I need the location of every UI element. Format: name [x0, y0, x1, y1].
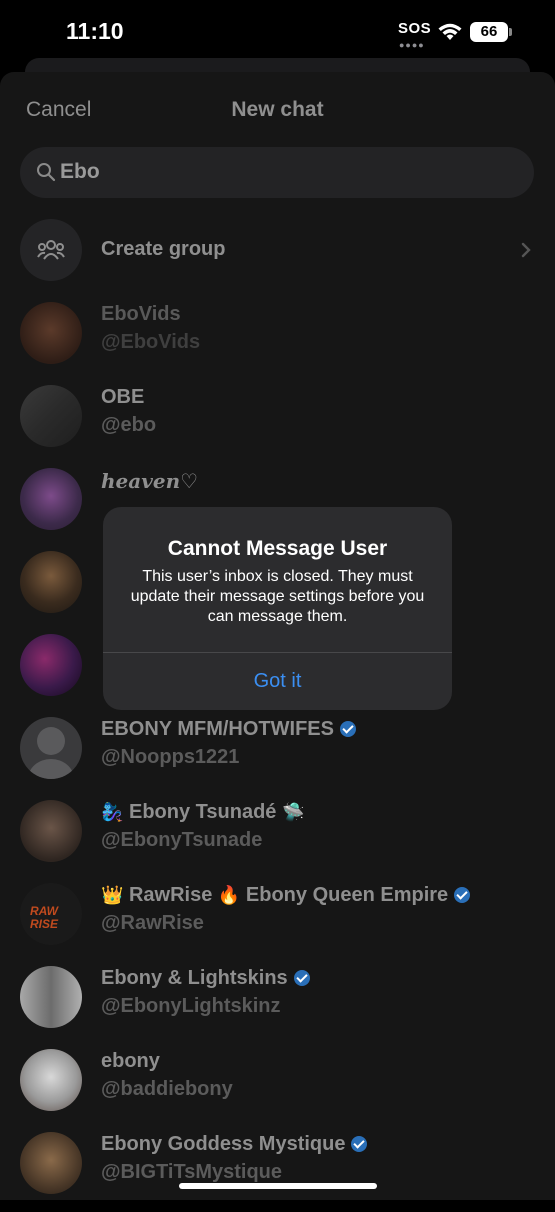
- fire-emoji: 🔥: [217, 885, 241, 905]
- list-item[interactable]: Ebony & Lightskins @EbonyLightskinz: [0, 966, 555, 1046]
- alert-title: Cannot Message User: [167, 537, 388, 560]
- contact-handle: @EbonyLightskinz: [101, 995, 281, 1017]
- avatar: [20, 551, 82, 613]
- alert-dialog: Cannot Message User This user’s inbox is…: [103, 507, 452, 710]
- contact-name: heaven♡: [101, 469, 199, 493]
- avatar-logo-text: RAW RISE: [30, 904, 59, 931]
- contact-name: 🧞‍♀️ Ebony Tsunadé 🛸: [101, 801, 305, 823]
- list-item[interactable]: EboVids @EboVids: [0, 302, 555, 382]
- got-it-button[interactable]: Got it: [103, 653, 452, 710]
- avatar: [20, 385, 82, 447]
- verified-badge-icon: [351, 1136, 368, 1152]
- avatar: [20, 634, 82, 696]
- contact-name: EBONY MFM/HOTWIFES: [101, 718, 356, 741]
- contact-handle: @BIGTiTsMystique: [101, 1161, 283, 1183]
- contact-name: EboVids: [101, 303, 181, 325]
- signal-dots-icon: ●●●●: [399, 40, 425, 50]
- sos-indicator: SOS: [398, 20, 432, 37]
- avatar: [20, 966, 82, 1028]
- list-item[interactable]: 🧞‍♀️ Ebony Tsunadé 🛸 @EbonyTsunade: [0, 800, 555, 880]
- page-title: New chat: [231, 98, 324, 121]
- contact-name: OBE: [101, 386, 145, 408]
- list-item[interactable]: RAW RISE 👑 RawRise 🔥 Ebony Queen Empire …: [0, 883, 555, 963]
- avatar: [20, 800, 82, 862]
- contact-handle: @ebo: [101, 414, 157, 436]
- list-item[interactable]: OBE @ebo: [0, 385, 555, 465]
- avatar: [20, 717, 82, 779]
- contact-name: 👑 RawRise 🔥 Ebony Queen Empire: [101, 884, 471, 907]
- group-icon: [37, 240, 65, 260]
- verified-badge-icon: [293, 970, 310, 986]
- default-avatar-body: [28, 759, 74, 779]
- contact-handle: @EboVids: [101, 331, 201, 353]
- battery-tip: [509, 28, 512, 36]
- avatar: [20, 1049, 82, 1111]
- contact-name: ebony: [101, 1050, 160, 1072]
- search-input[interactable]: Ebo: [60, 160, 100, 184]
- contact-handle: @RawRise: [101, 912, 204, 934]
- create-group-avatar: [20, 219, 82, 281]
- list-item[interactable]: ebony @baddiebony: [0, 1049, 555, 1129]
- search-icon: [37, 163, 56, 182]
- list-item[interactable]: EBONY MFM/HOTWIFES @Noopps1221: [0, 717, 555, 797]
- genie-emoji: 🧞‍♀️: [101, 802, 124, 822]
- home-indicator[interactable]: [179, 1183, 377, 1189]
- ufo-emoji: 🛸: [281, 802, 305, 822]
- status-time: 11:10: [66, 18, 124, 44]
- alert-message: This user’s inbox is closed. They must u…: [130, 568, 425, 625]
- wifi-icon: [438, 23, 462, 40]
- chevron-right-icon: [521, 242, 531, 258]
- battery-indicator: 66: [470, 22, 508, 42]
- search-bar[interactable]: Ebo: [20, 147, 534, 198]
- crown-emoji: 👑: [101, 885, 124, 905]
- avatar: [20, 468, 82, 530]
- list-item[interactable]: Ebony Goddess Mystique @BIGTiTsMystique: [0, 1132, 555, 1212]
- contact-handle: @EbonyTsunade: [101, 829, 263, 851]
- contact-handle: @baddiebony: [101, 1078, 233, 1100]
- default-avatar-head: [37, 727, 65, 755]
- verified-badge-icon: [454, 887, 471, 903]
- avatar: [20, 302, 82, 364]
- avatar: RAW RISE: [20, 883, 82, 945]
- verified-badge-icon: [339, 721, 356, 737]
- status-bar: 11:10 SOS ●●●● 66: [0, 0, 555, 66]
- contact-handle: @Noopps1221: [101, 746, 240, 768]
- create-group-label: Create group: [101, 238, 226, 260]
- contact-name: Ebony & Lightskins: [101, 967, 310, 990]
- avatar: [20, 1132, 82, 1194]
- contact-name: Ebony Goddess Mystique: [101, 1133, 368, 1156]
